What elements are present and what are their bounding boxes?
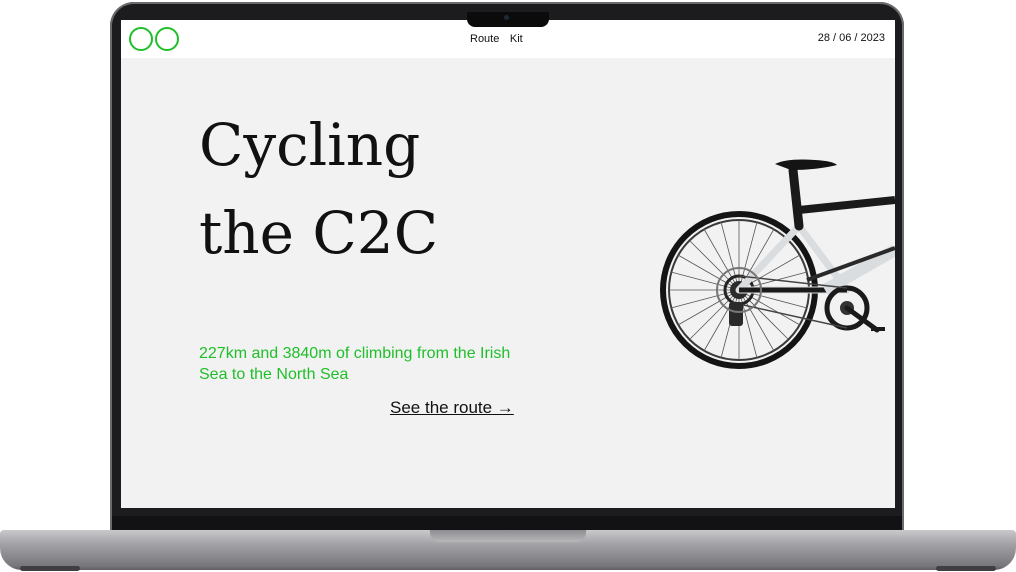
camera-icon <box>504 15 509 20</box>
laptop-foot <box>936 566 996 571</box>
laptop-opening-notch <box>430 530 586 542</box>
nav-link-route[interactable]: Route <box>470 33 499 45</box>
camera-notch <box>467 12 549 27</box>
laptop-base <box>0 530 1016 570</box>
hero-subtitle: 227km and 3840m of climbing from the Iri… <box>199 345 511 383</box>
hero-title: Cycling the C2C <box>199 116 438 262</box>
logo-circle-icon <box>129 27 153 51</box>
main-nav: Route Kit <box>470 32 530 45</box>
laptop-foot <box>20 566 80 571</box>
header-date: 28 / 06 / 2023 <box>817 32 885 44</box>
logo[interactable] <box>129 27 183 51</box>
see-route-link[interactable]: See the route → <box>390 398 514 418</box>
hero-title-line-1: Cycling <box>199 111 421 179</box>
screen: Route Kit 28 / 06 / 2023 Cycling the C2C… <box>121 20 895 508</box>
logo-circle-icon <box>155 27 179 51</box>
hero-title-line-2: the C2C <box>199 199 439 267</box>
road-bike-image <box>660 159 895 369</box>
nav-link-kit[interactable]: Kit <box>510 33 523 45</box>
